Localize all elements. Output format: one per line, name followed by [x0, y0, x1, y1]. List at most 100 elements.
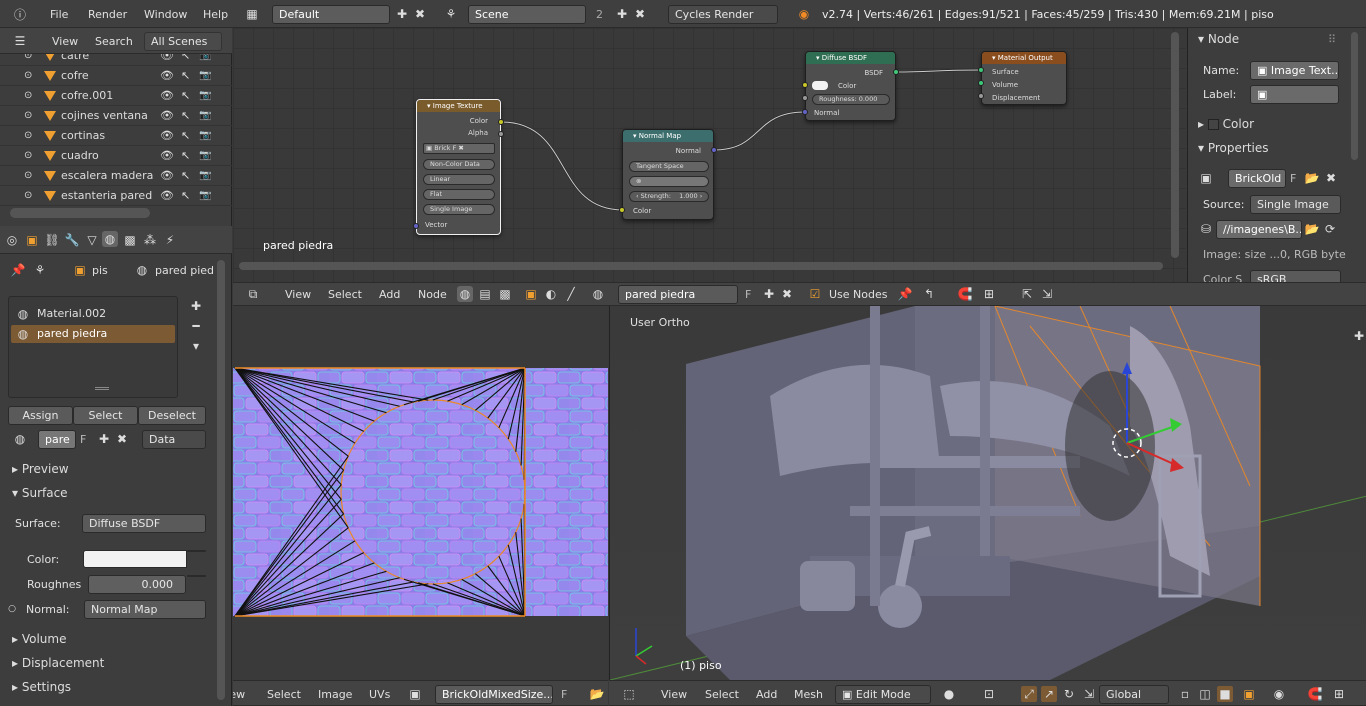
- snap-icon[interactable]: 🧲: [1307, 686, 1323, 702]
- source-select[interactable]: Single Image: [423, 204, 495, 215]
- snap-element-icon[interactable]: ⊞: [981, 286, 997, 302]
- scene-icon[interactable]: ⚘: [443, 6, 459, 22]
- node-menu-view[interactable]: View: [285, 288, 311, 301]
- uv-menu-uvs[interactable]: UVs: [369, 688, 390, 701]
- camera-render-icon[interactable]: 📷: [199, 86, 211, 106]
- cursor-select-icon[interactable]: ↖: [181, 54, 190, 66]
- preview-panel-header[interactable]: ▸ Preview: [12, 462, 69, 476]
- outliner-row[interactable]: ⊙ estanteria pared 👁 ↖ 📷: [0, 186, 232, 206]
- new-material-icon[interactable]: ✚: [96, 431, 112, 447]
- eye-icon[interactable]: 👁: [160, 86, 174, 106]
- editor-type-icon[interactable]: ⬚: [621, 686, 637, 702]
- info-editor-icon[interactable]: ⓘ: [12, 6, 28, 22]
- uv-menu-select[interactable]: Select: [267, 688, 301, 701]
- expand-icon[interactable]: ⊙: [24, 106, 32, 126]
- manipulator-toggle-icon[interactable]: ⤢: [1021, 686, 1037, 702]
- source-select[interactable]: Single Image: [1250, 195, 1341, 214]
- physics-tab-icon[interactable]: ⚡: [162, 232, 178, 248]
- camera-render-icon[interactable]: 📷: [199, 106, 211, 126]
- normal-space-select[interactable]: Tangent Space: [629, 161, 709, 172]
- outliner-row[interactable]: ⊙ cortinas 👁 ↖ 📷: [0, 126, 232, 146]
- world-shader-icon[interactable]: ◐: [543, 286, 559, 302]
- socket-in-surface[interactable]: [978, 67, 984, 73]
- texture-tab-icon[interactable]: ▩: [122, 232, 138, 248]
- mode-select[interactable]: ▣ Edit Mode: [835, 685, 931, 704]
- line-style-icon[interactable]: ╱: [563, 286, 579, 302]
- slot-menu-icon[interactable]: ▾: [188, 338, 204, 354]
- remove-layout-icon[interactable]: ✖: [412, 6, 428, 22]
- open-image-icon[interactable]: 📂: [1304, 170, 1320, 186]
- panel-grip-icon[interactable]: ⠿: [1328, 33, 1336, 46]
- camera-render-icon[interactable]: 📷: [199, 54, 211, 66]
- outliner-editor-icon[interactable]: ☰: [12, 33, 28, 49]
- particles-tab-icon[interactable]: ⁂: [142, 232, 158, 248]
- socket-in-color[interactable]: [619, 207, 625, 213]
- pin-icon[interactable]: 📌: [897, 286, 913, 302]
- material-slot-0[interactable]: ◍ Material.002: [11, 305, 175, 323]
- socket-out-normal[interactable]: [711, 147, 717, 153]
- outliner-display-select[interactable]: All Scenes: [144, 32, 222, 51]
- reload-icon[interactable]: ⟳: [1322, 221, 1338, 237]
- cursor-select-icon[interactable]: ↖: [181, 166, 190, 186]
- outliner-row[interactable]: ⊙ escalera madera 👁 ↖ 📷: [0, 166, 232, 186]
- uv-image-field[interactable]: BrickOldMixedSize...: [435, 685, 553, 704]
- unlink-material-icon[interactable]: ✖: [114, 431, 130, 447]
- material-name-field[interactable]: pared piedra: [618, 285, 738, 304]
- socket-in-displacement[interactable]: [978, 93, 984, 99]
- socket-in-roughness[interactable]: [802, 95, 808, 101]
- view3d-menu-add[interactable]: Add: [756, 688, 777, 701]
- socket-out-alpha[interactable]: [498, 131, 504, 137]
- list-resize-handle[interactable]: [95, 387, 109, 390]
- snap-element-icon[interactable]: ⊞: [1331, 686, 1347, 702]
- cursor-select-icon[interactable]: ↖: [181, 66, 190, 86]
- color-link-button[interactable]: [187, 550, 206, 552]
- parent-tree-icon[interactable]: ↰: [921, 286, 937, 302]
- unlink-material-icon[interactable]: ✖: [779, 286, 795, 302]
- menu-help[interactable]: Help: [203, 8, 228, 21]
- edge-select-icon[interactable]: ◫: [1197, 686, 1213, 702]
- expand-icon[interactable]: ⊙: [24, 66, 32, 86]
- expand-icon[interactable]: ⊙: [24, 186, 32, 206]
- data-tab-icon[interactable]: ▽: [84, 232, 100, 248]
- color-swatch[interactable]: [83, 550, 187, 568]
- outliner-row[interactable]: ⊙ cofre 👁 ↖ 📷: [0, 66, 232, 86]
- translate-icon[interactable]: ↗: [1041, 686, 1057, 702]
- layout-field[interactable]: Default: [272, 5, 390, 24]
- scale-icon[interactable]: ⇲: [1081, 686, 1097, 702]
- color-swatch[interactable]: [812, 81, 828, 90]
- image-name-field[interactable]: BrickOld: [1228, 169, 1286, 188]
- eye-icon[interactable]: 👁: [160, 126, 174, 146]
- render-tab-icon[interactable]: ◎: [4, 232, 20, 248]
- outliner-scrollbar[interactable]: [10, 208, 150, 218]
- pivot-icon[interactable]: ⊡: [981, 686, 997, 702]
- texture-tree-icon[interactable]: ▤: [477, 286, 493, 302]
- fake-user-toggle[interactable]: F: [80, 433, 86, 446]
- expand-icon[interactable]: ⊙: [24, 126, 32, 146]
- node-vscrollbar[interactable]: [1171, 32, 1179, 258]
- view3d-menu-view[interactable]: View: [661, 688, 687, 701]
- strength-field[interactable]: ‹ Strength: 1.000 ›: [629, 191, 709, 202]
- add-layout-icon[interactable]: ✚: [394, 6, 410, 22]
- projection-select[interactable]: Flat: [423, 189, 495, 200]
- socket-in-color[interactable]: [802, 82, 808, 88]
- render-engine-select[interactable]: Cycles Render: [668, 5, 778, 24]
- add-scene-icon[interactable]: ✚: [614, 6, 630, 22]
- screen-layout-icon[interactable]: ▦: [244, 6, 260, 22]
- remove-scene-icon[interactable]: ✖: [632, 6, 648, 22]
- copy-nodes-icon[interactable]: ⇱: [1019, 286, 1035, 302]
- expand-icon[interactable]: ⊙: [24, 166, 32, 186]
- fake-user-toggle[interactable]: F: [745, 288, 751, 301]
- settings-panel-header[interactable]: ▸ Settings: [12, 680, 71, 694]
- camera-render-icon[interactable]: 📷: [199, 166, 211, 186]
- node-panel-header[interactable]: ▾ Node: [1198, 32, 1239, 46]
- outliner-menu-view[interactable]: View: [52, 35, 78, 48]
- shader-tree-icon[interactable]: ◍: [457, 286, 473, 302]
- uv-image-fake-user[interactable]: F: [561, 688, 567, 701]
- camera-render-icon[interactable]: 📷: [199, 146, 211, 166]
- filebrowser-icon[interactable]: 📂: [1304, 221, 1320, 237]
- modifier-tab-icon[interactable]: 🔧: [64, 232, 80, 248]
- diffuse-bsdf-node[interactable]: ▾ Diffuse BSDF BSDF Color Roughness: 0.0…: [805, 51, 896, 121]
- sidebar-scrollbar[interactable]: [1351, 32, 1358, 160]
- interpolation-select[interactable]: Linear: [423, 174, 495, 185]
- toolshelf-toggle-icon[interactable]: ✚: [1351, 328, 1366, 344]
